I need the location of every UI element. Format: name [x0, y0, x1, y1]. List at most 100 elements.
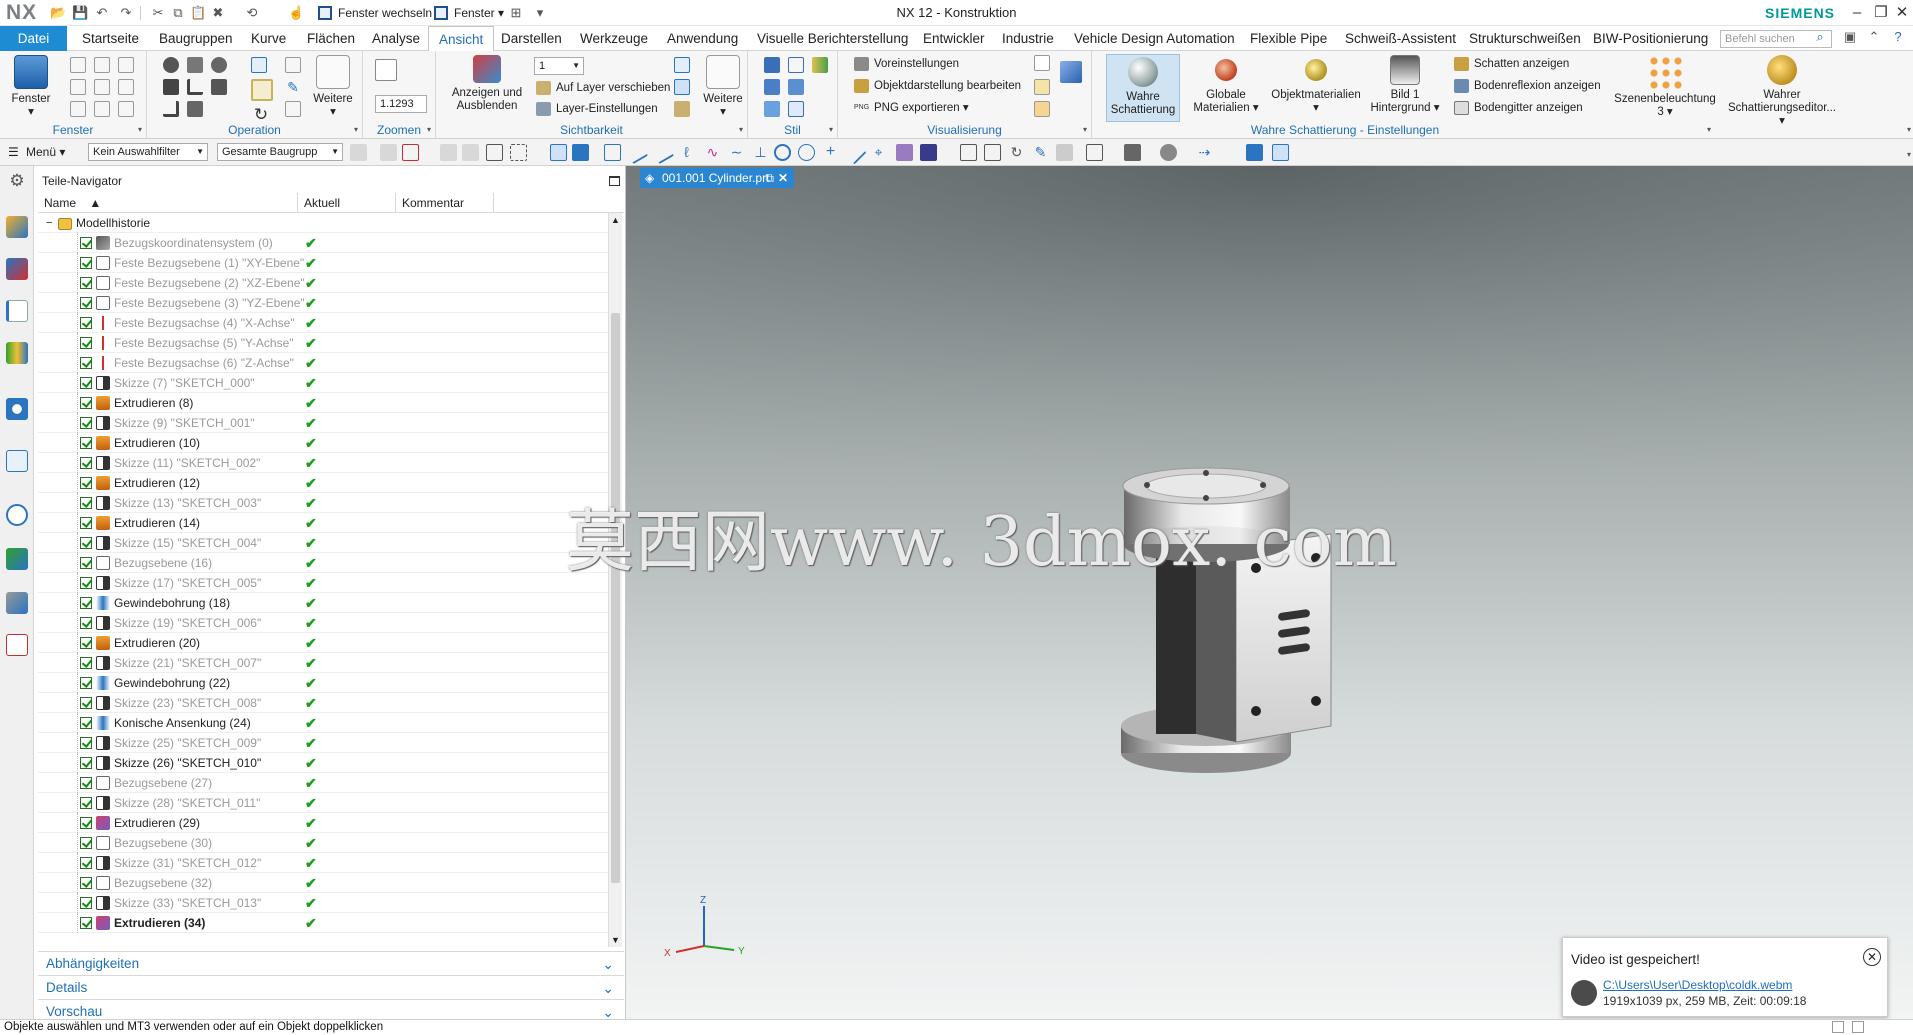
snap-icon[interactable] — [550, 144, 567, 161]
window-menu-button[interactable]: Fenster ▾ — [434, 4, 504, 22]
manufacturing-wizard-icon[interactable] — [6, 592, 28, 614]
toolbar-options-icon[interactable]: ▾ — [1907, 150, 1911, 159]
visibility-checkbox[interactable] — [80, 777, 92, 789]
spline-icon[interactable]: ∼ — [728, 144, 745, 161]
feature-row[interactable]: Bezugsebene (30) ✔ — [38, 833, 608, 853]
feature-row[interactable]: Extrudieren (10) ✔ — [38, 433, 608, 453]
view-icon[interactable] — [984, 144, 1001, 161]
snap-icon[interactable]: ⌖ — [870, 144, 887, 161]
tab-ansicht[interactable]: Ansicht — [428, 26, 495, 52]
feature-row[interactable]: Extrudieren (29) ✔ — [38, 813, 608, 833]
scene-lighting-button[interactable]: Szenenbeleuchtung 3 ▾ — [1610, 55, 1720, 119]
line-icon[interactable] — [650, 140, 675, 165]
visibility-checkbox[interactable] — [80, 317, 92, 329]
panel-details[interactable]: Details ⌄ — [38, 975, 624, 999]
scope-select[interactable]: Gesamte Baugrupp ▼ — [217, 143, 343, 161]
customize-icon[interactable]: ▾ — [532, 5, 548, 21]
shaded-icon[interactable] — [764, 101, 780, 117]
scroll-down-icon[interactable]: ▼ — [611, 935, 620, 945]
view-icon[interactable] — [211, 57, 227, 73]
tab-startseite[interactable]: Startseite — [82, 26, 139, 51]
true-shading-editor-button[interactable]: Wahrer Schattierungseditor... ▾ — [1720, 55, 1844, 128]
true-shading-button[interactable]: Wahre Schattierung — [1106, 54, 1180, 122]
visibility-icon[interactable] — [674, 101, 690, 117]
visibility-checkbox[interactable] — [80, 377, 92, 389]
undock-icon[interactable]: ⧉ — [765, 168, 774, 188]
visibility-checkbox[interactable] — [80, 797, 92, 809]
hd3d-icon[interactable] — [6, 398, 28, 420]
grid-icon[interactable] — [1086, 144, 1103, 161]
intersect-icon[interactable]: ⊥ — [752, 144, 769, 161]
feature-row[interactable]: Konische Ansenkung (24) ✔ — [38, 713, 608, 733]
close-tab-icon[interactable]: ✕ — [778, 168, 788, 188]
display-icon[interactable] — [1034, 79, 1050, 95]
video-file-link[interactable]: C:\Users\User\Desktop\coldk.webm — [1603, 978, 1792, 992]
tab-biw-positionierung[interactable]: BIW-Positionierung — [1593, 26, 1708, 51]
group-expand-icon[interactable]: ▾ — [739, 125, 743, 134]
column-aktuell[interactable]: Aktuell — [298, 193, 396, 213]
feature-row[interactable]: Skizze (31) "SKETCH_012" ✔ — [38, 853, 608, 873]
group-expand-icon[interactable]: ▾ — [354, 125, 358, 134]
pen-icon[interactable]: ✎ — [1032, 144, 1049, 161]
scroll-thumb[interactable] — [611, 313, 620, 883]
view-icon[interactable] — [163, 101, 179, 117]
view-icon[interactable] — [285, 101, 301, 117]
visibility-checkbox[interactable] — [80, 537, 92, 549]
view-icon[interactable] — [163, 79, 179, 95]
global-materials-button[interactable]: Globale Materialien ▾ — [1188, 55, 1264, 115]
tree-root[interactable]: − Modellhistorie — [38, 213, 608, 233]
snap-icon[interactable] — [896, 144, 913, 161]
line-icon[interactable] — [842, 140, 867, 165]
background-button[interactable]: Bild 1 Hintergrund ▾ — [1370, 55, 1440, 115]
roles-icon[interactable] — [6, 634, 28, 656]
shaded-icon[interactable] — [764, 79, 780, 95]
feature-row[interactable]: Skizze (21) "SKETCH_007" ✔ — [38, 653, 608, 673]
layout-icon[interactable] — [118, 101, 134, 117]
visibility-checkbox[interactable] — [80, 757, 92, 769]
filter-icon[interactable] — [462, 144, 479, 161]
layout-icon[interactable] — [118, 57, 134, 73]
status-icon[interactable] — [1832, 1021, 1844, 1033]
filter-icon[interactable] — [380, 144, 397, 161]
touch-mode-icon[interactable]: ☝ — [288, 5, 304, 21]
tab-strukturschweissen[interactable]: Strukturschweißen — [1469, 26, 1581, 51]
layout-icon[interactable] — [94, 101, 110, 117]
folder-icon[interactable] — [1571, 980, 1597, 1006]
visibility-icon[interactable] — [674, 57, 690, 73]
window-layout-icon[interactable]: ⊞ — [508, 5, 524, 21]
feature-row[interactable]: Gewindebohrung (22) ✔ — [38, 673, 608, 693]
visibility-checkbox[interactable] — [80, 497, 92, 509]
tab-entwickler[interactable]: Entwickler — [923, 26, 985, 51]
maximize-icon[interactable] — [609, 176, 620, 186]
floor-grid-toggle[interactable]: Bodengitter anzeigen — [1454, 99, 1583, 117]
render-icon[interactable] — [1160, 144, 1177, 161]
visibility-checkbox[interactable] — [80, 737, 92, 749]
reuse-library-icon[interactable] — [6, 342, 28, 364]
feature-row[interactable]: Feste Bezugsachse (6) "Z-Achse" ✔ — [38, 353, 608, 373]
graphics-window[interactable]: ◈ 001.001 Cylinder.prt ⧉ ✕ 莫西网www. 3dmox… — [566, 166, 1913, 1019]
open-icon[interactable]: 📂 — [50, 5, 66, 21]
undo-icon[interactable]: ↶ — [94, 5, 110, 21]
visibility-checkbox[interactable] — [80, 877, 92, 889]
web-browser-icon[interactable] — [6, 450, 28, 472]
help-icon[interactable]: ? — [1890, 29, 1906, 45]
layout-icon[interactable] — [94, 79, 110, 95]
group-expand-icon[interactable]: ▾ — [1083, 125, 1087, 134]
constraint-navigator-icon[interactable] — [6, 258, 28, 280]
snap-icon[interactable] — [920, 144, 937, 161]
navigate-icon[interactable]: ⇢ — [1196, 144, 1213, 161]
visibility-checkbox[interactable] — [80, 857, 92, 869]
visibility-checkbox[interactable] — [80, 697, 92, 709]
ribbon-options-icon[interactable]: ▾ — [1907, 125, 1911, 134]
view-icon[interactable] — [211, 79, 227, 95]
visibility-checkbox[interactable] — [80, 517, 92, 529]
select-icon[interactable] — [486, 144, 503, 161]
feature-row[interactable]: Gewindebohrung (18) ✔ — [38, 593, 608, 613]
tab-flexible-pipe[interactable]: Flexible Pipe — [1250, 26, 1327, 51]
paste-icon[interactable]: 📋 — [190, 5, 206, 21]
feature-row[interactable]: Bezugsebene (32) ✔ — [38, 873, 608, 893]
tab-werkzeuge[interactable]: Werkzeuge — [580, 26, 648, 51]
preferences-button[interactable]: Voreinstellungen — [854, 55, 959, 73]
visibility-checkbox[interactable] — [80, 257, 92, 269]
feature-row[interactable]: Bezugsebene (27) ✔ — [38, 773, 608, 793]
